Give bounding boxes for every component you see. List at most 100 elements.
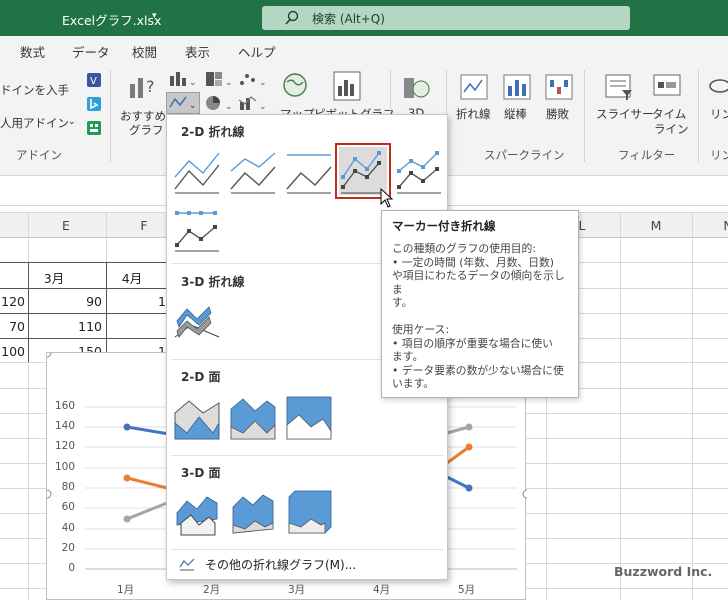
y-tick-label: 60	[61, 501, 75, 513]
chevron-down-icon[interactable]: ▾	[152, 11, 157, 21]
get-addins-label[interactable]: ドインを入手	[0, 82, 69, 98]
tab-review[interactable]: 校閲	[132, 42, 157, 61]
tooltip: マーカー付き折れ線 この種類のグラフの使用目的: • 一定の時間 (年数、月数、…	[381, 210, 579, 398]
column-header-e[interactable]: E	[56, 218, 76, 233]
3d-line-chart-option[interactable]	[173, 297, 221, 345]
y-tick-label: 20	[61, 542, 75, 554]
timeline-icon[interactable]	[652, 72, 682, 102]
area-chart-option[interactable]	[173, 393, 221, 441]
sparkline-column-icon[interactable]	[503, 74, 531, 100]
svg-text:⌄: ⌄	[189, 101, 197, 111]
y-tick-label: 140	[54, 420, 75, 432]
more-line-charts-label: その他の折れ線グラフ(M)...	[205, 558, 357, 572]
timeline-label-2[interactable]: ライン	[654, 121, 689, 137]
3d-map-icon[interactable]	[400, 72, 432, 102]
100-stacked-area-chart-option[interactable]	[285, 393, 333, 441]
svg-text:⌄: ⌄	[225, 78, 233, 88]
cell-f1[interactable]: 1	[108, 294, 166, 309]
cell-d2[interactable]: 70	[0, 319, 25, 334]
3d-area-chart-option[interactable]	[173, 489, 221, 537]
column-header-f[interactable]: F	[134, 218, 154, 233]
cell-e1[interactable]: 90	[30, 294, 102, 309]
file-name[interactable]: Excelグラフ.xlsx	[62, 10, 161, 29]
cell-e2[interactable]: 110	[30, 319, 102, 334]
people-graph-icon[interactable]	[86, 120, 102, 136]
tab-view[interactable]: 表示	[185, 42, 210, 61]
chevron-down-icon[interactable]: ⌄	[68, 117, 76, 127]
sparkline-column-label[interactable]: 縦棒	[504, 106, 527, 122]
column-chart-icon[interactable]: ⌄	[168, 70, 198, 88]
search-box[interactable]: 検索 (Alt+Q)	[262, 6, 630, 30]
recommended-charts-label-2[interactable]: グラフ	[129, 122, 164, 138]
combo-chart-icon[interactable]: ⌄	[238, 94, 268, 112]
svg-text:⌄: ⌄	[259, 78, 267, 88]
tooltip-line: • データ要素の数が少ない場合に使	[392, 363, 564, 377]
svg-text:?: ?	[146, 77, 155, 96]
hierarchy-chart-icon[interactable]: ⌄	[204, 70, 234, 88]
slicer-label[interactable]: スライサー	[596, 106, 654, 122]
bing-icon[interactable]	[86, 96, 102, 112]
y-tick-label: 160	[54, 400, 75, 412]
stacked-area-chart-option[interactable]	[229, 393, 277, 441]
y-tick-label: 120	[54, 440, 75, 452]
visio-icon[interactable]: V	[86, 72, 102, 88]
100-stacked-line-markers-option[interactable]	[173, 205, 221, 253]
line-chart-button[interactable]: ⌄	[166, 92, 200, 114]
cell-d3[interactable]: 100	[0, 344, 25, 359]
tooltip-title: マーカー付き折れ線	[392, 219, 496, 233]
cell-month-f[interactable]: 4月	[108, 268, 156, 287]
sparkline-line-label[interactable]: 折れ線	[456, 106, 491, 122]
sparkline-line-icon[interactable]	[460, 74, 488, 100]
tooltip-line: す。	[392, 296, 413, 309]
svg-text:⌄: ⌄	[259, 102, 267, 112]
tooltip-line: 使用ケース:	[392, 323, 450, 336]
watermark: Buzzword Inc.	[614, 564, 713, 579]
tooltip-line: ます。	[392, 350, 424, 363]
table-border	[28, 262, 29, 362]
map-icon[interactable]	[282, 72, 308, 100]
100-stacked-line-chart-option[interactable]	[285, 147, 333, 195]
pie-chart-icon[interactable]: ⌄	[204, 94, 234, 112]
tooltip-line: • 項目の順序が重要な場合に使い	[392, 336, 553, 350]
title-bar: Excelグラフ.xlsx ▾ 検索 (Alt+Q)	[0, 0, 728, 36]
slicer-icon[interactable]	[604, 72, 634, 102]
tooltip-line: や項目にわたるデータの傾向を示しま	[392, 269, 565, 296]
3d-stacked-area-chart-option[interactable]	[229, 489, 277, 537]
stacked-line-chart-option[interactable]	[229, 147, 277, 195]
more-line-charts-item[interactable]: その他の折れ線グラフ(M)...	[167, 551, 447, 577]
sparkline-winloss-label[interactable]: 勝敗	[546, 106, 569, 122]
scatter-chart-icon[interactable]: ⌄	[238, 70, 268, 88]
ribbon-tabs: 数式 データ 校閲 表示 ヘルプ	[0, 36, 728, 64]
mouse-cursor-icon	[380, 188, 394, 208]
link-icon[interactable]	[708, 74, 728, 100]
grid-line	[692, 212, 693, 600]
group-separator	[584, 70, 585, 162]
tab-data[interactable]: データ	[72, 42, 110, 61]
x-tick-label: 4月	[373, 584, 391, 596]
column-header-m[interactable]: M	[646, 218, 666, 233]
line-chart-small-icon	[179, 558, 195, 571]
cell-d1[interactable]: 120	[0, 294, 25, 309]
column-header-n[interactable]: N	[718, 218, 728, 233]
y-tick-label: 0	[68, 562, 75, 574]
stacked-line-markers-option[interactable]	[395, 147, 443, 195]
line-chart-option[interactable]	[173, 147, 221, 195]
section-3d-area: 3-D 面	[181, 466, 221, 480]
group-separator	[698, 70, 699, 162]
section-2d-line: 2-D 折れ線	[181, 125, 245, 139]
my-addins-label[interactable]: 人用アドイン	[0, 115, 69, 131]
section-divider	[171, 549, 443, 550]
svg-text:⌄: ⌄	[189, 78, 197, 88]
link-label[interactable]: リン	[710, 106, 728, 122]
sparkline-winloss-icon[interactable]	[545, 74, 573, 100]
3d-100-stacked-area-chart-option[interactable]	[285, 489, 333, 537]
grid-line	[620, 212, 621, 600]
pivot-chart-icon[interactable]	[332, 70, 362, 102]
recommended-charts-icon[interactable]: ?	[126, 70, 158, 102]
svg-text:⌄: ⌄	[225, 102, 233, 112]
tab-help[interactable]: ヘルプ	[238, 42, 276, 61]
cell-month-e[interactable]: 3月	[30, 268, 78, 287]
y-tick-label: 100	[54, 461, 75, 473]
tab-formulas[interactable]: 数式	[20, 42, 45, 61]
timeline-label[interactable]: タイム	[652, 106, 686, 122]
